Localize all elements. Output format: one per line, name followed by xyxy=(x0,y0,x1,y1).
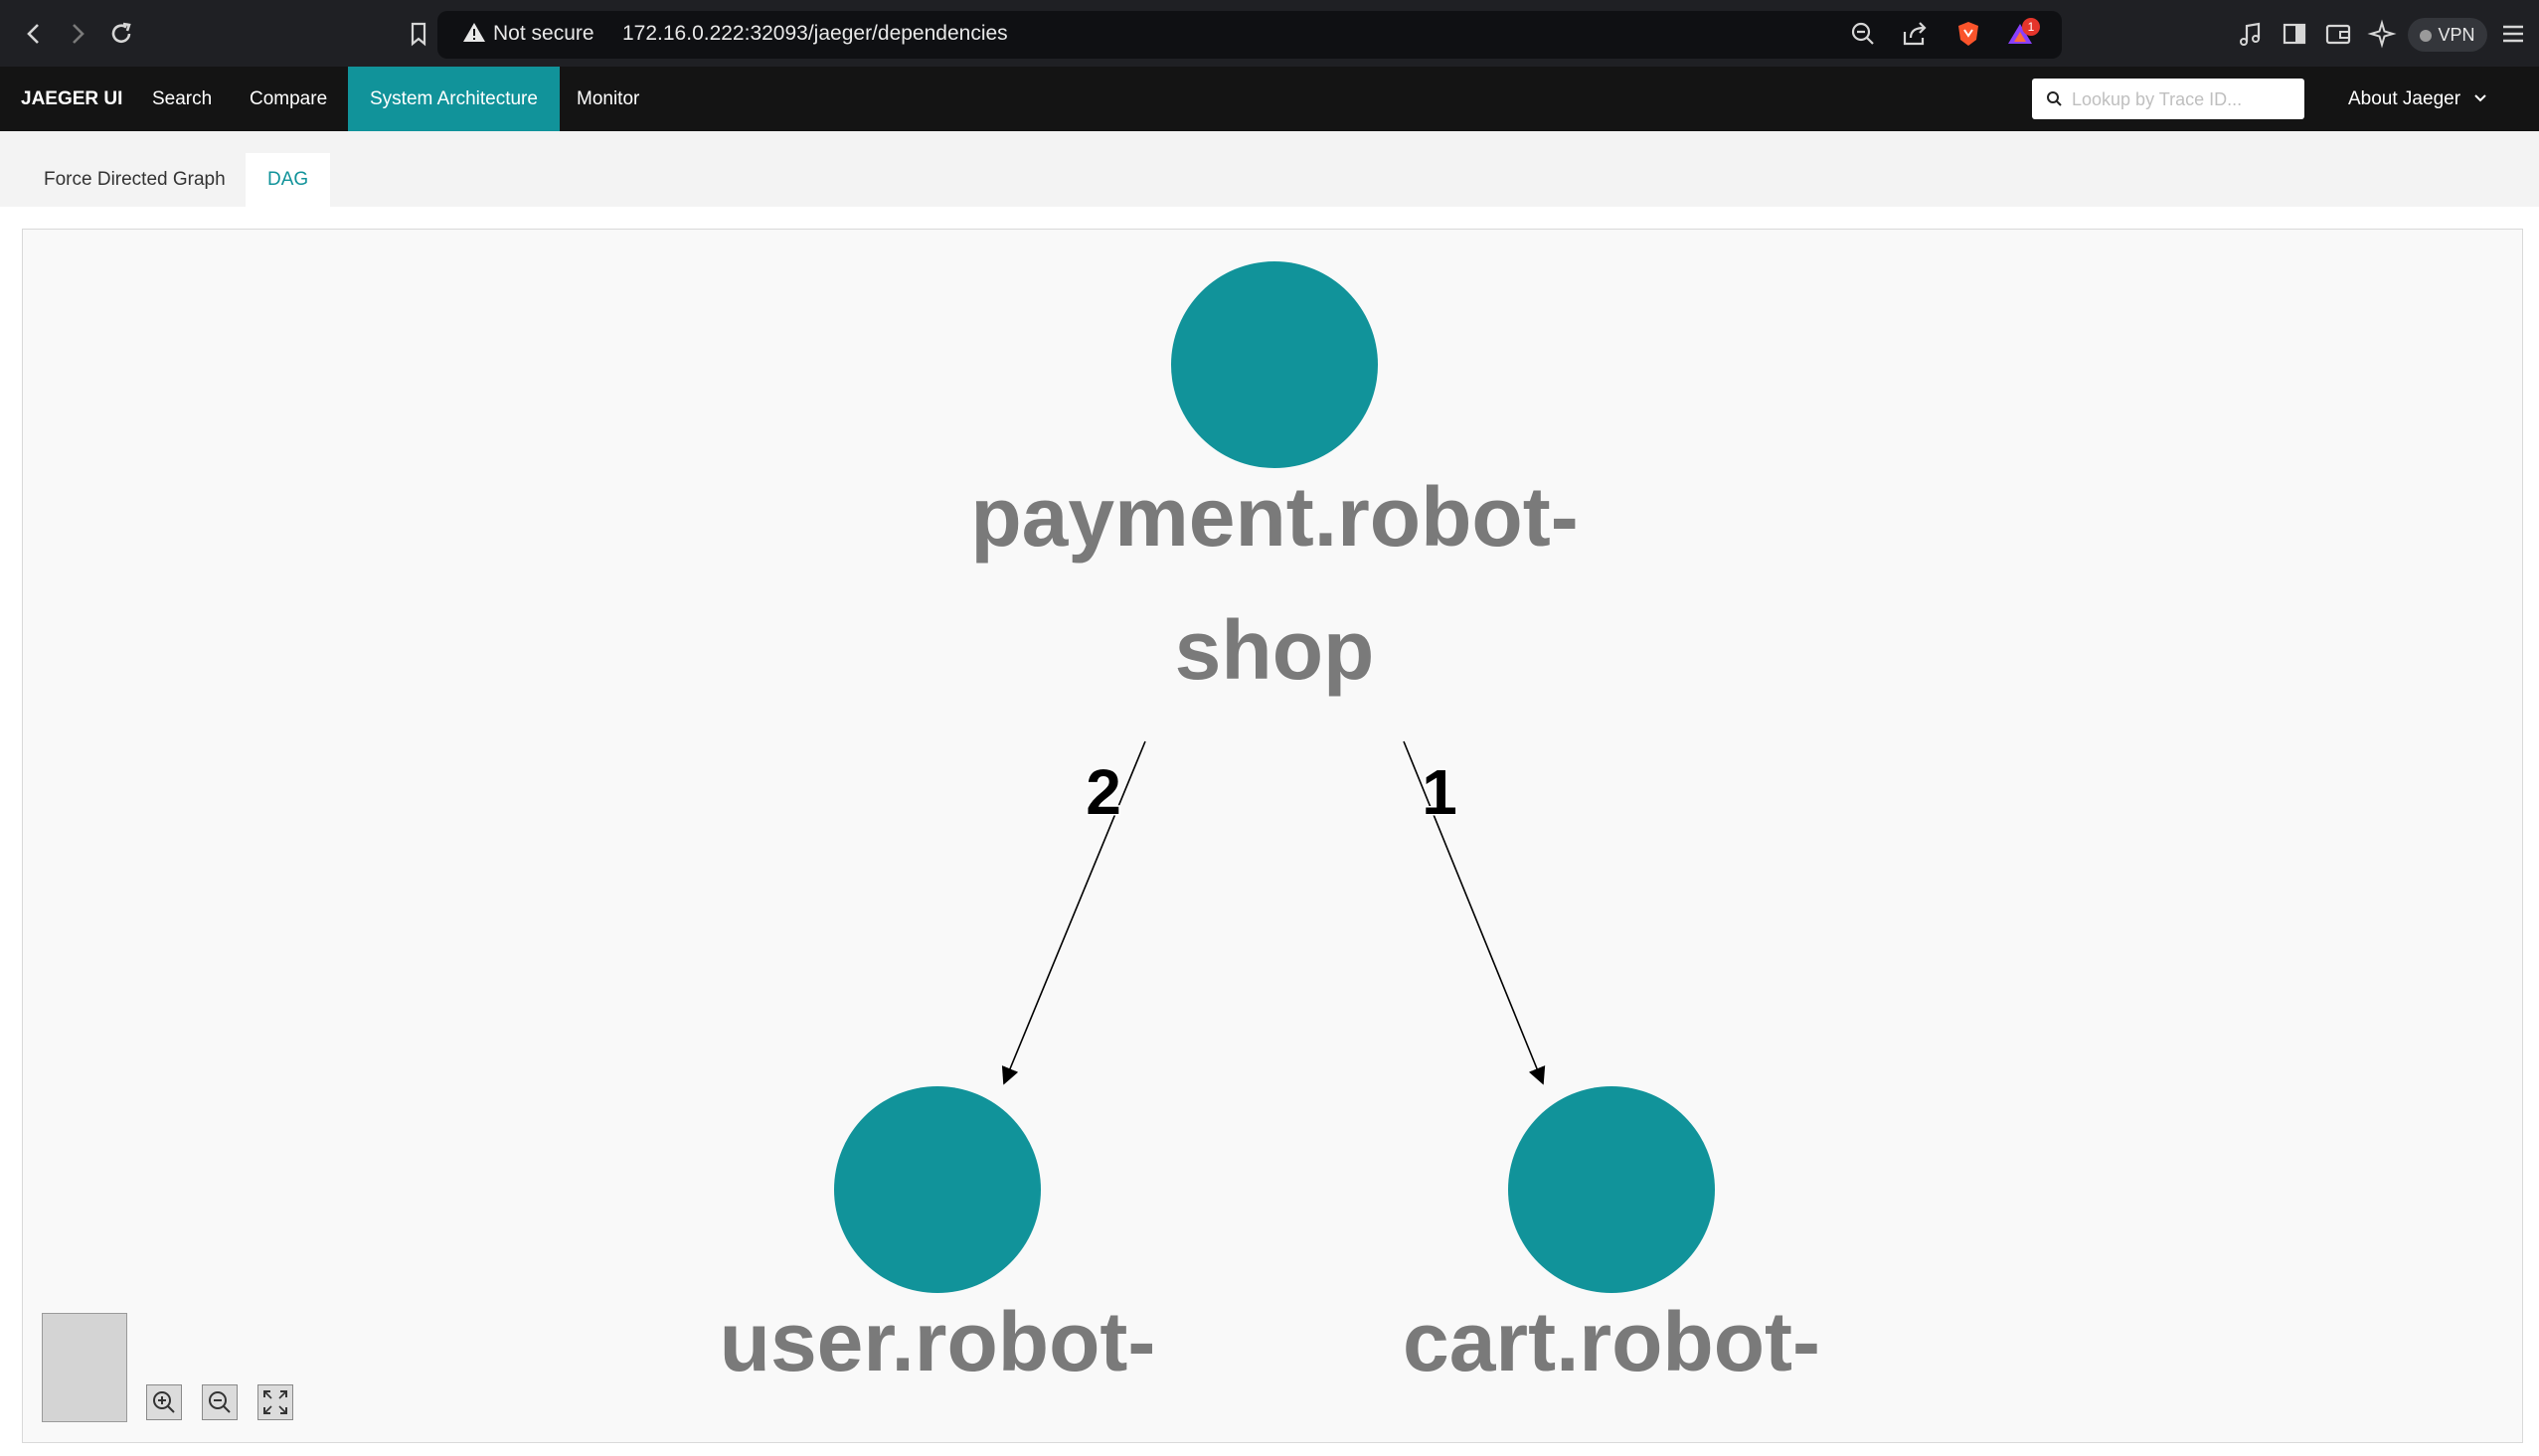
node-label-payment-line2: shop xyxy=(1175,603,1375,697)
tab-dag[interactable]: DAG xyxy=(246,153,331,207)
dag-canvas[interactable]: 2 1 payment.robot- shop user.robot- cart… xyxy=(22,229,2523,1443)
node-label-cart: cart.robot- xyxy=(1403,1295,1820,1388)
nav-search[interactable]: Search xyxy=(152,67,212,131)
wallet-icon[interactable] xyxy=(2322,18,2354,50)
minimap[interactable] xyxy=(42,1313,127,1422)
node-payment[interactable] xyxy=(1171,261,1378,468)
share-icon[interactable] xyxy=(1899,18,1931,50)
node-cart[interactable] xyxy=(1508,1086,1715,1293)
zoom-page-icon[interactable] xyxy=(1847,18,1879,50)
notification-badge: 1 xyxy=(2022,18,2040,36)
nav-system-architecture[interactable]: System Architecture xyxy=(348,67,560,131)
zoom-in-icon xyxy=(153,1391,175,1413)
about-jaeger-menu[interactable]: About Jaeger xyxy=(2348,67,2487,131)
search-icon xyxy=(2047,91,2062,106)
node-label-user: user.robot- xyxy=(720,1295,1156,1388)
nav-compare[interactable]: Compare xyxy=(250,67,327,131)
url-text[interactable]: 172.16.0.222:32093/jaeger/dependencies xyxy=(622,22,1008,46)
reload-icon[interactable] xyxy=(105,18,137,50)
bookmark-icon[interactable] xyxy=(403,18,434,50)
forward-icon[interactable] xyxy=(62,18,93,50)
fit-view-button[interactable] xyxy=(257,1384,293,1420)
node-label-payment-line1: payment.robot- xyxy=(970,470,1578,564)
brand-link[interactable]: JAEGER UI xyxy=(21,67,122,131)
warning-icon xyxy=(463,23,485,42)
trace-id-input[interactable] xyxy=(2070,79,2300,121)
node-user[interactable] xyxy=(834,1086,1041,1293)
vpn-button[interactable]: VPN xyxy=(2408,18,2487,52)
vpn-label: VPN xyxy=(2438,25,2475,45)
nav-monitor[interactable]: Monitor xyxy=(577,67,639,131)
edge-payment-to-user xyxy=(1001,740,1146,1085)
edge-label-payment-to-cart: 1 xyxy=(1422,756,1457,828)
view-tabs: Force Directed Graph DAG xyxy=(0,131,2539,207)
chevron-down-icon xyxy=(2474,94,2487,102)
brave-shield-icon[interactable] xyxy=(1952,18,1984,50)
security-label[interactable]: Not secure xyxy=(493,22,594,46)
sidebar-icon[interactable] xyxy=(2279,18,2310,50)
media-icon[interactable] xyxy=(2235,18,2267,50)
tab-force-directed-graph[interactable]: Force Directed Graph xyxy=(44,153,226,207)
fit-view-icon xyxy=(263,1390,287,1414)
zoom-in-button[interactable] xyxy=(146,1384,182,1420)
trace-id-search[interactable] xyxy=(2032,79,2304,121)
back-icon[interactable] xyxy=(18,18,50,50)
zoom-out-icon xyxy=(209,1391,231,1413)
dag-svg: 2 1 payment.robot- shop user.robot- cart… xyxy=(720,261,1820,1388)
about-jaeger-label: About Jaeger xyxy=(2348,88,2461,109)
vpn-status-icon xyxy=(2420,30,2433,42)
jaeger-top-nav: JAEGER UI Search Compare System Architec… xyxy=(0,67,2539,131)
menu-icon[interactable] xyxy=(2497,18,2529,50)
browser-chrome: Not secure 172.16.0.222:32093/jaeger/dep… xyxy=(0,0,2539,67)
leo-ai-icon[interactable] xyxy=(2366,18,2398,50)
edge-label-payment-to-user: 2 xyxy=(1086,756,1121,828)
zoom-out-button[interactable] xyxy=(202,1384,238,1420)
